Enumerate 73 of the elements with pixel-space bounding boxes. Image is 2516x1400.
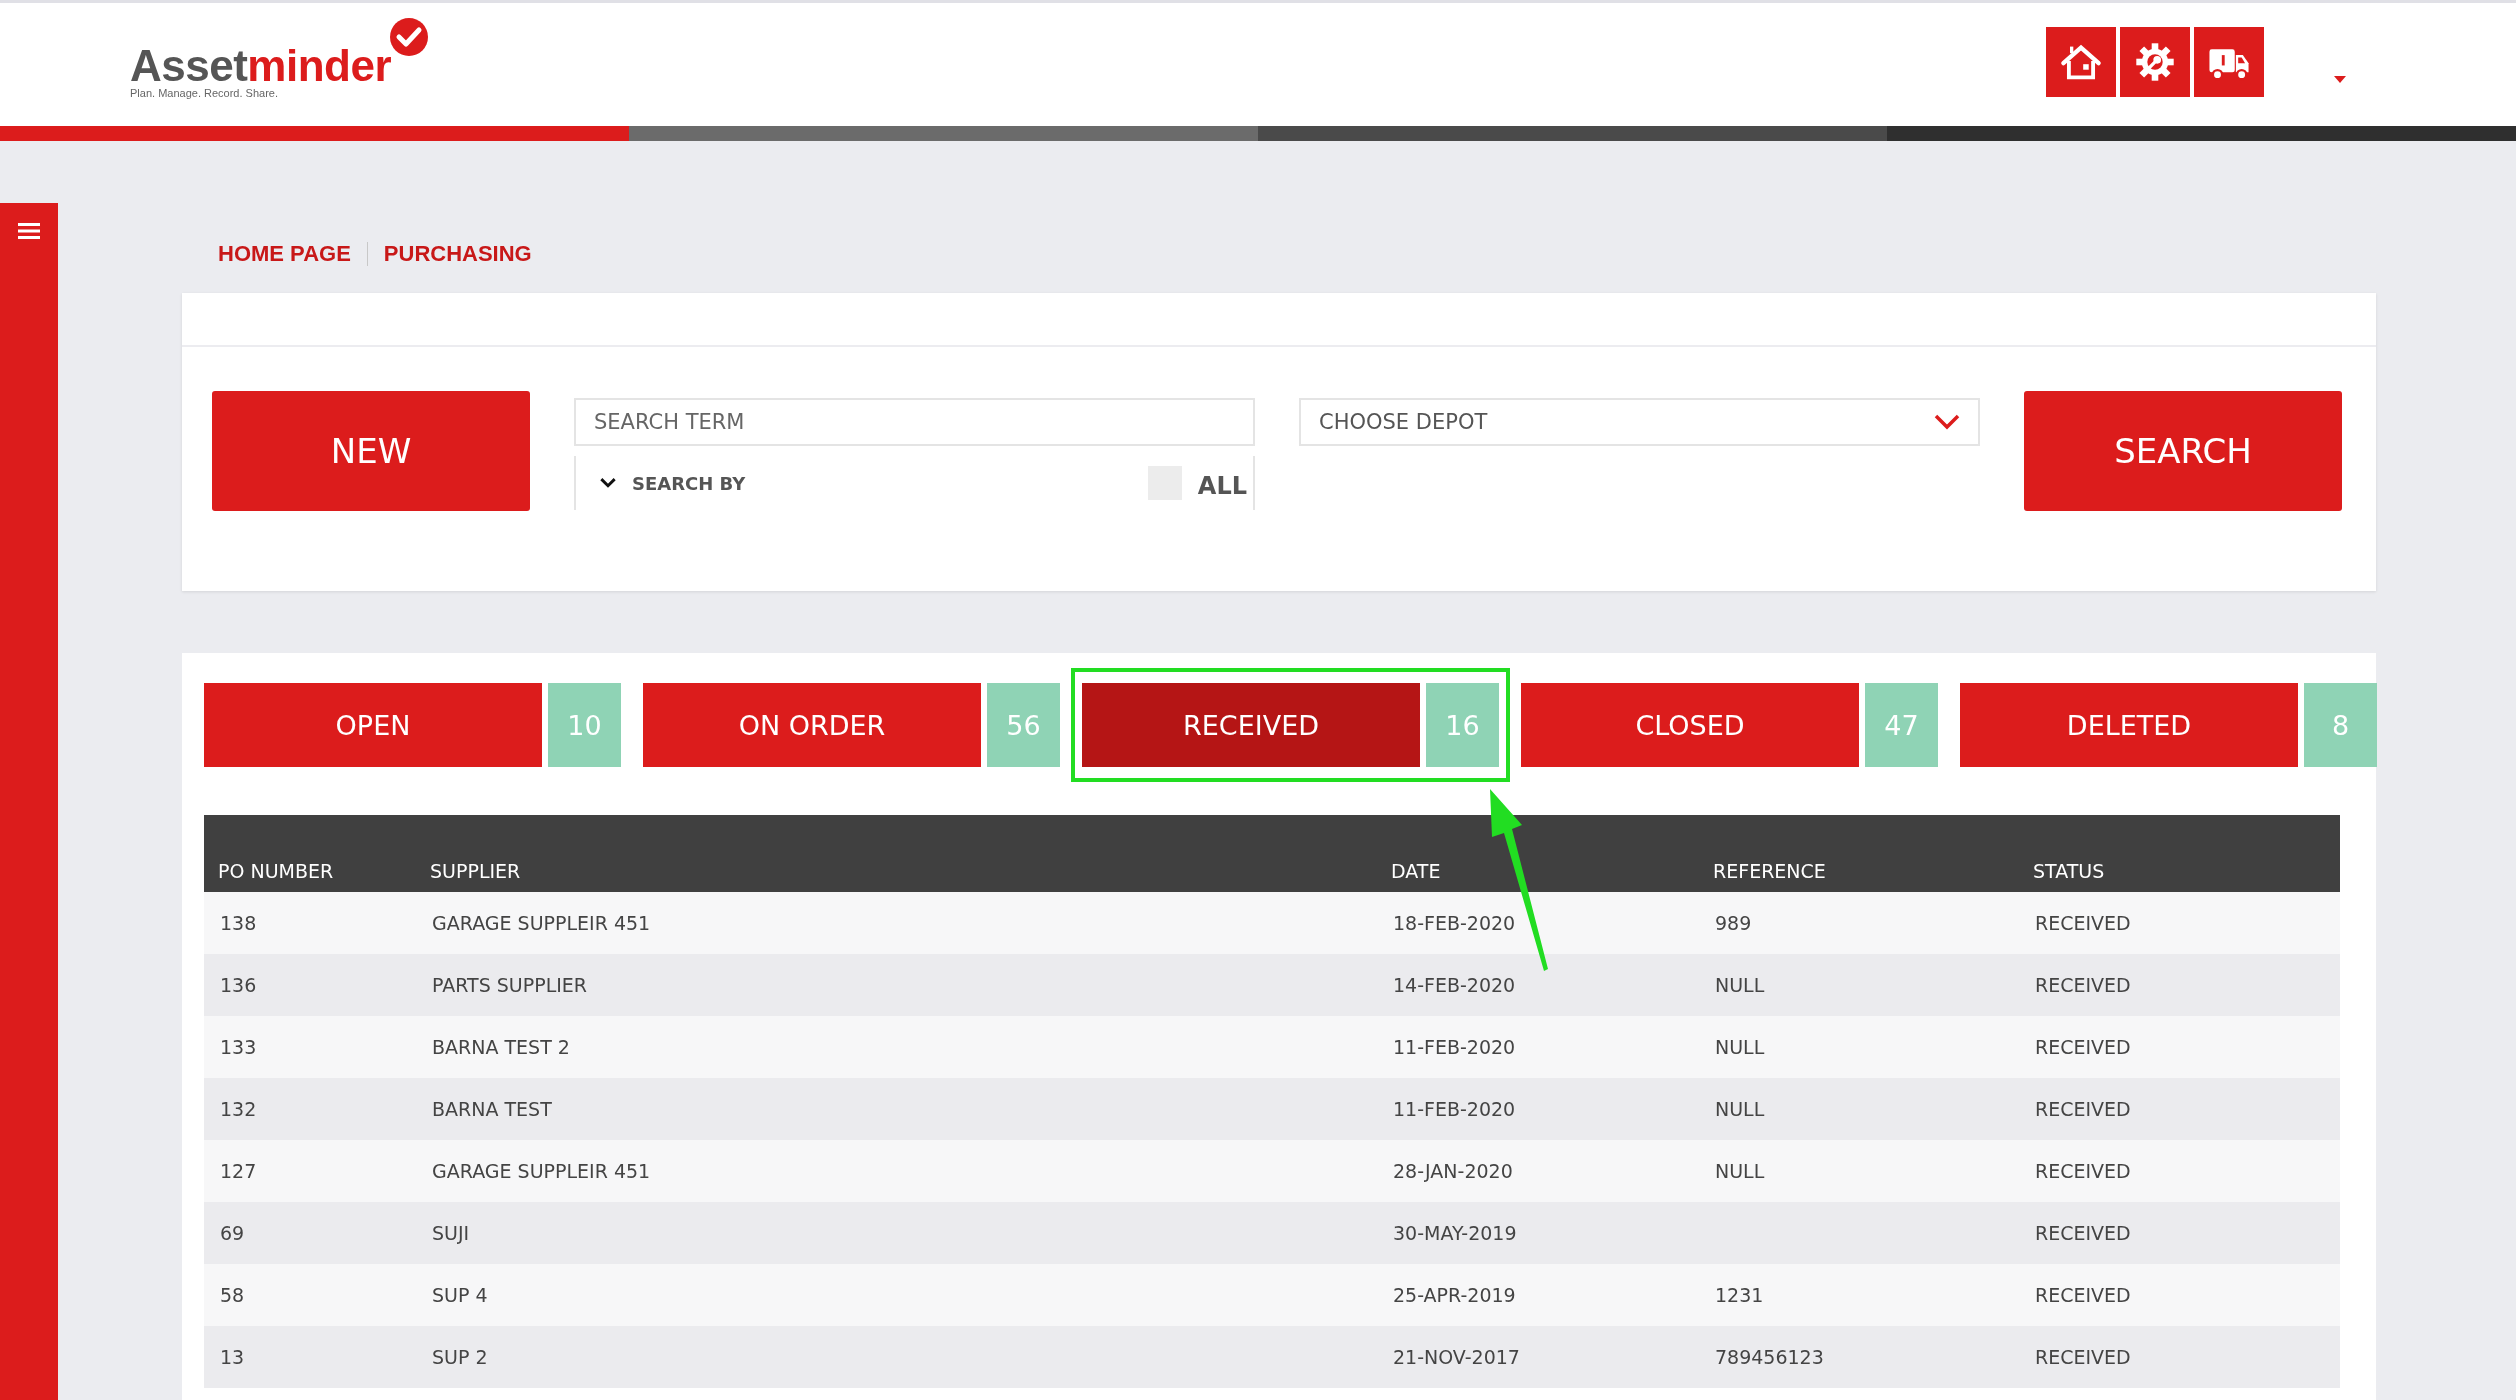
column-header[interactable]: SUPPLIER bbox=[416, 815, 1377, 892]
column-header[interactable]: STATUS bbox=[2019, 815, 2340, 892]
breadcrumb-link[interactable]: HOME PAGE bbox=[218, 241, 351, 267]
table-cell: RECEIVED bbox=[2035, 1222, 2131, 1244]
table-cell: RECEIVED bbox=[2035, 1160, 2131, 1182]
table-cell: SUJI bbox=[432, 1222, 470, 1244]
table-cell: NULL bbox=[1715, 1036, 1765, 1058]
table-cell: RECEIVED bbox=[2035, 1098, 2131, 1120]
table-cell: BARNA TEST 2 bbox=[432, 1036, 570, 1058]
table-cell: 1231 bbox=[1715, 1284, 1764, 1306]
table-cell: NULL bbox=[1715, 974, 1765, 996]
dropdown-caret-icon[interactable] bbox=[2334, 76, 2346, 83]
table-cell: 989 bbox=[1715, 912, 1752, 934]
table-cell: GARAGE SUPPLEIR 451 bbox=[432, 912, 651, 934]
status-tab[interactable]: CLOSED bbox=[1521, 683, 1859, 767]
table-cell: 11-FEB-2020 bbox=[1393, 1036, 1516, 1058]
search-button[interactable]: SEARCH bbox=[2024, 391, 2342, 511]
status-tab[interactable]: RECEIVED bbox=[1082, 683, 1420, 767]
table-cell: 28-JAN-2020 bbox=[1393, 1160, 1513, 1182]
count-badge: 16 bbox=[1426, 683, 1499, 767]
count-badge: 10 bbox=[548, 683, 621, 767]
chevron-down-icon[interactable] bbox=[600, 478, 616, 488]
settings-icon[interactable] bbox=[2120, 27, 2190, 97]
table-cell: 11-FEB-2020 bbox=[1393, 1098, 1516, 1120]
table-cell: RECEIVED bbox=[2035, 1346, 2131, 1368]
home-icon[interactable] bbox=[2046, 27, 2116, 97]
count-badge: 8 bbox=[2304, 683, 2377, 767]
new-button[interactable]: NEW bbox=[212, 391, 530, 511]
table-cell: 30-MAY-2019 bbox=[1393, 1222, 1517, 1244]
count-badge: 47 bbox=[1865, 683, 1938, 767]
table-cell: GARAGE SUPPLEIR 451 bbox=[432, 1160, 651, 1182]
table-cell: 13 bbox=[220, 1346, 245, 1368]
table-cell: 25-APR-2019 bbox=[1393, 1284, 1516, 1306]
column-header[interactable]: REFERENCE bbox=[1699, 815, 2019, 892]
status-tab[interactable]: DELETED bbox=[1960, 683, 2298, 767]
all-label: ALL bbox=[1197, 472, 1247, 500]
table-cell: 58 bbox=[220, 1284, 245, 1306]
table-cell: 69 bbox=[220, 1222, 245, 1244]
table-cell: 132 bbox=[220, 1098, 257, 1120]
table-cell: PARTS SUPPLIER bbox=[432, 974, 588, 996]
table-cell: 18-FEB-2020 bbox=[1393, 912, 1516, 934]
table-cell: RECEIVED bbox=[2035, 1284, 2131, 1306]
table-cell: 14-FEB-2020 bbox=[1393, 974, 1516, 996]
search-field[interactable]: SEARCH TERM bbox=[574, 398, 1255, 446]
truck-icon[interactable] bbox=[2194, 27, 2264, 97]
table-cell: RECEIVED bbox=[2035, 1036, 2131, 1058]
table-cell: 138 bbox=[220, 912, 257, 934]
check-icon bbox=[389, 17, 430, 57]
table-cell: SUP 2 bbox=[432, 1346, 488, 1368]
column-header[interactable]: PO NUMBER bbox=[204, 815, 416, 892]
logo-tagline: Plan. Manage. Record. Share. bbox=[130, 87, 279, 99]
table-cell: BARNA TEST bbox=[432, 1098, 552, 1120]
column-header[interactable]: DATE bbox=[1377, 815, 1699, 892]
table-cell: 21-NOV-2017 bbox=[1393, 1346, 1520, 1368]
chevron-down-icon bbox=[1934, 414, 1960, 430]
table-cell: NULL bbox=[1715, 1160, 1765, 1182]
table-cell: SUP 4 bbox=[432, 1284, 488, 1306]
table-cell: RECEIVED bbox=[2035, 912, 2131, 934]
logo-wordmark: Assetminder bbox=[130, 41, 392, 90]
logo[interactable]: Assetminder Plan. Manage. Record. Share. bbox=[130, 17, 430, 99]
status-tab[interactable]: ON ORDER bbox=[643, 683, 981, 767]
table-cell: NULL bbox=[1715, 1098, 1765, 1120]
breadcrumb-link[interactable]: PURCHASING bbox=[383, 241, 532, 267]
status-tab[interactable]: OPEN bbox=[204, 683, 542, 767]
depot-dropdown[interactable]: CHOOSE DEPOT bbox=[1299, 398, 1980, 446]
count-badge: 56 bbox=[987, 683, 1060, 767]
search-by-label[interactable]: SEARCH BY bbox=[632, 472, 746, 494]
table-cell: 127 bbox=[220, 1160, 257, 1182]
table-cell: RECEIVED bbox=[2035, 974, 2131, 996]
table-cell: 133 bbox=[220, 1036, 257, 1058]
table-cell: 789456123 bbox=[1715, 1346, 1824, 1368]
menu-icon[interactable] bbox=[18, 223, 40, 239]
table-cell: 136 bbox=[220, 974, 257, 996]
